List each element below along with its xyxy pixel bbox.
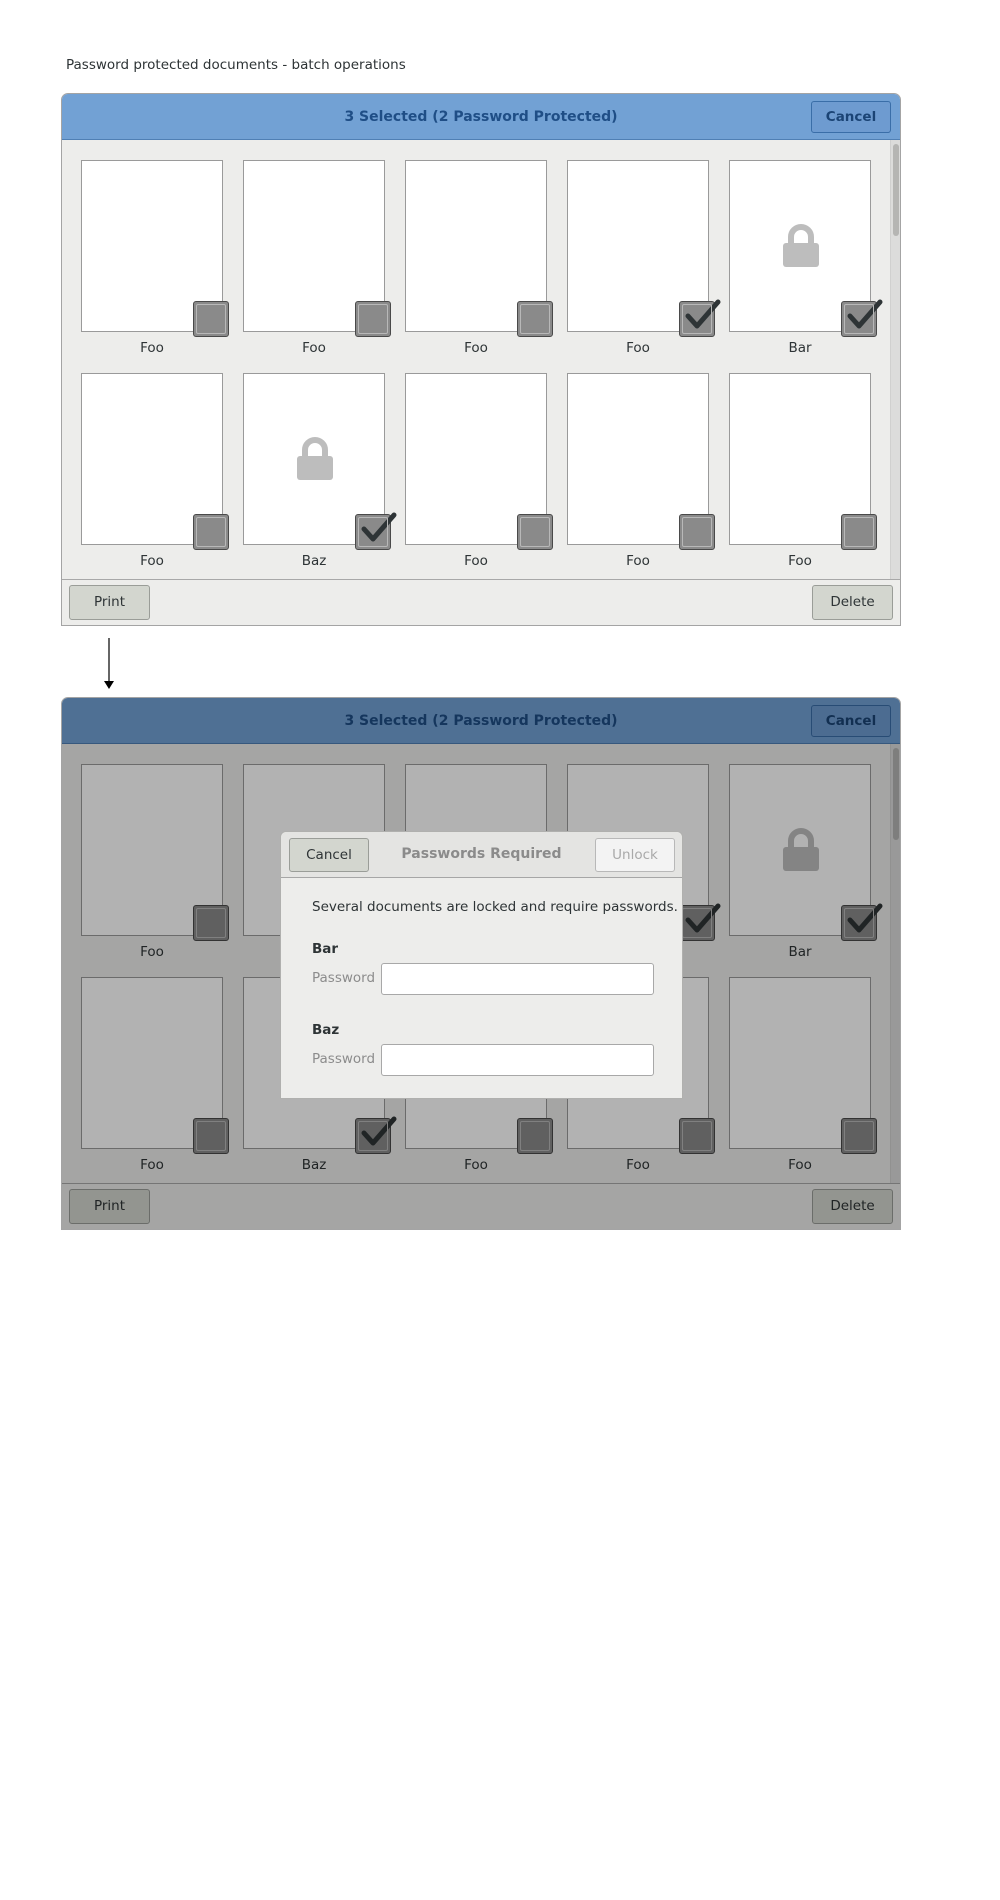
document-name: Foo	[464, 340, 488, 356]
selection-checkbox[interactable]	[679, 1118, 715, 1154]
selection-checkbox[interactable]	[193, 1118, 229, 1154]
document-tile[interactable]: Foo	[729, 373, 877, 573]
document-name: Foo	[140, 553, 164, 569]
document-tile[interactable]: Foo	[81, 373, 229, 573]
document-name: Bar	[788, 340, 812, 356]
document-name: Bar	[788, 944, 812, 960]
selection-title: 3 Selected (2 Password Protected)	[344, 109, 618, 125]
dialog-header: Cancel Passwords Required Unlock	[281, 832, 682, 878]
document-name: Foo	[464, 553, 488, 569]
password-label: Password	[312, 970, 376, 986]
document-tile[interactable]: Bar	[729, 764, 883, 964]
document-name: Foo	[140, 1157, 164, 1173]
scrollbar[interactable]	[890, 140, 900, 579]
selection-checkbox[interactable]	[193, 905, 229, 941]
password-input-bar[interactable]	[381, 963, 654, 995]
document-name-bar: Bar	[312, 941, 339, 957]
document-tile[interactable]: Bar	[729, 160, 883, 360]
document-name: Foo	[140, 340, 164, 356]
selection-checkbox[interactable]	[193, 301, 229, 337]
document-name: Foo	[302, 340, 326, 356]
document-tile[interactable]: Foo	[81, 977, 229, 1177]
document-tile[interactable]: Foo	[81, 764, 229, 964]
document-tile[interactable]: Foo	[243, 160, 391, 360]
lock-icon	[782, 828, 820, 872]
delete-button[interactable]: Delete	[812, 585, 893, 620]
selection-checkbox[interactable]	[517, 1118, 553, 1154]
lock-icon	[782, 224, 820, 268]
lock-icon	[296, 437, 334, 481]
selection-checkbox[interactable]	[517, 301, 553, 337]
selection-checkbox[interactable]	[679, 299, 721, 337]
print-button[interactable]: Print	[69, 1189, 150, 1224]
selection-checkbox[interactable]	[841, 514, 877, 550]
document-tile[interactable]: Foo	[729, 977, 877, 1177]
document-selection-window: 3 Selected (2 Password Protected) Cancel…	[61, 93, 901, 626]
document-tile[interactable]: Baz	[243, 373, 397, 573]
action-bar: Print Delete	[62, 579, 900, 625]
passwords-dialog: Cancel Passwords Required Unlock Several…	[280, 831, 683, 1099]
unlock-button[interactable]: Unlock	[595, 838, 675, 872]
header-bar: 3 Selected (2 Password Protected) Cancel	[62, 94, 900, 140]
document-name: Foo	[626, 553, 650, 569]
selection-checkbox[interactable]	[841, 299, 883, 337]
selection-checkbox[interactable]	[679, 903, 721, 941]
document-tile[interactable]: Foo	[567, 373, 715, 573]
document-name: Foo	[788, 1157, 812, 1173]
document-name: Baz	[301, 553, 327, 569]
document-grid: Foo Foo Foo Foo Bar Foo Baz Foo Foo Foo	[62, 140, 890, 579]
password-input-baz[interactable]	[381, 1044, 654, 1076]
password-label: Password	[312, 1051, 376, 1067]
scrollbar-thumb[interactable]	[893, 748, 899, 840]
selection-checkbox[interactable]	[841, 1118, 877, 1154]
selection-checkbox[interactable]	[841, 903, 883, 941]
print-button[interactable]: Print	[69, 585, 150, 620]
scrollbar[interactable]	[890, 744, 900, 1183]
dialog-message: Several documents are locked and require…	[312, 899, 678, 915]
selection-checkbox[interactable]	[517, 514, 553, 550]
delete-button[interactable]: Delete	[812, 1189, 893, 1224]
document-tile[interactable]: Foo	[567, 160, 721, 360]
arrow-down-icon	[104, 638, 114, 689]
selection-checkbox[interactable]	[193, 514, 229, 550]
header-bar: 3 Selected (2 Password Protected) Cancel	[62, 698, 900, 744]
selection-checkbox[interactable]	[679, 514, 715, 550]
document-tile[interactable]: Foo	[405, 373, 553, 573]
document-name: Foo	[464, 1157, 488, 1173]
selection-checkbox[interactable]	[355, 1116, 397, 1154]
action-bar: Print Delete	[62, 1183, 900, 1229]
document-tile[interactable]: Foo	[405, 160, 553, 360]
document-name: Foo	[626, 340, 650, 356]
selection-checkbox[interactable]	[355, 512, 397, 550]
selection-checkbox[interactable]	[355, 301, 391, 337]
page-title: Password protected documents - batch ope…	[66, 57, 406, 73]
document-tile[interactable]: Foo	[81, 160, 229, 360]
selection-title: 3 Selected (2 Password Protected)	[344, 713, 618, 729]
document-name: Foo	[626, 1157, 650, 1173]
document-name: Baz	[301, 1157, 327, 1173]
cancel-selection-button[interactable]: Cancel	[811, 101, 891, 133]
document-name: Foo	[140, 944, 164, 960]
document-name: Foo	[788, 553, 812, 569]
scrollbar-thumb[interactable]	[893, 144, 899, 236]
cancel-selection-button[interactable]: Cancel	[811, 705, 891, 737]
document-name-baz: Baz	[312, 1022, 340, 1038]
